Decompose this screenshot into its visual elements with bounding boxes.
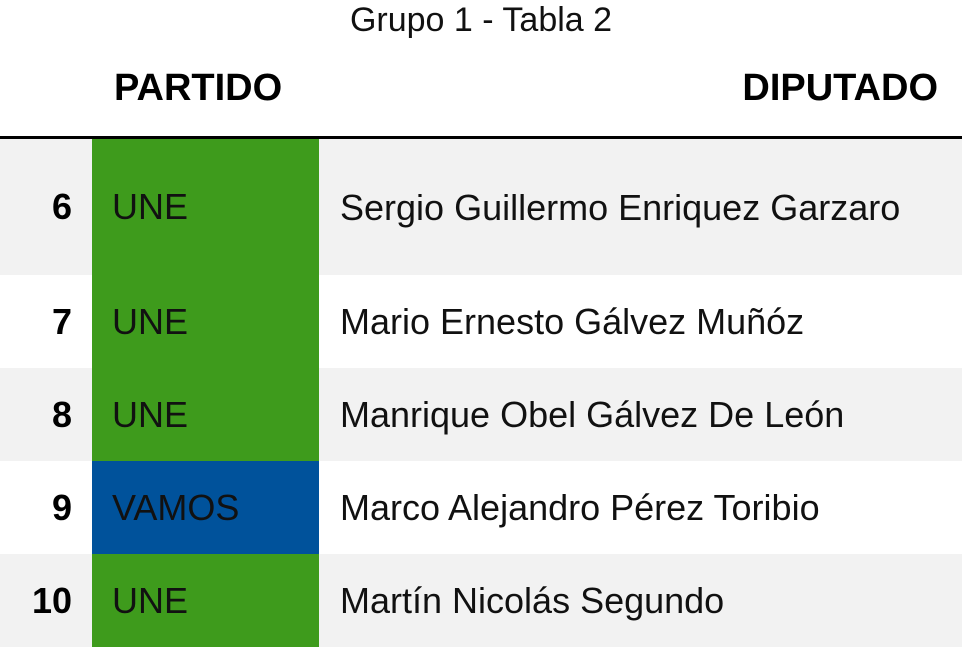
- table-row: 9 VAMOS Marco Alejandro Pérez Toribio: [0, 461, 962, 554]
- header-party: PARTIDO: [92, 40, 319, 139]
- deputy-name: Mario Ernesto Gálvez Muñóz: [319, 275, 962, 368]
- row-number: 6: [0, 137, 92, 275]
- party-cell: UNE: [92, 137, 319, 275]
- deputy-name: Manrique Obel Gálvez De León: [319, 368, 962, 461]
- table-title: Grupo 1 - Tabla 2: [349, 1, 613, 39]
- deputy-name: Sergio Guillermo Enriquez Garzaro: [319, 137, 962, 275]
- table-row: 8 UNE Manrique Obel Gálvez De León: [0, 368, 962, 461]
- row-number: 8: [0, 368, 92, 461]
- party-cell: VAMOS: [92, 461, 319, 554]
- row-number: 9: [0, 461, 92, 554]
- row-number: 10: [0, 554, 92, 647]
- deputy-name: Marco Alejandro Pérez Toribio: [319, 461, 962, 554]
- table-header-row: PARTIDO DIPUTADO: [0, 40, 962, 139]
- party-cell: UNE: [92, 554, 319, 647]
- row-number: 7: [0, 275, 92, 368]
- party-cell: UNE: [92, 275, 319, 368]
- table-row: 7 UNE Mario Ernesto Gálvez Muñóz: [0, 275, 962, 368]
- party-cell: UNE: [92, 368, 319, 461]
- header-deputy: DIPUTADO: [319, 40, 962, 139]
- header-number: [0, 40, 92, 139]
- deputy-name: Martín Nicolás Segundo: [319, 554, 962, 647]
- deputies-table: PARTIDO DIPUTADO 6 UNE Sergio Guillermo …: [0, 40, 962, 647]
- table-row: 10 UNE Martín Nicolás Segundo: [0, 554, 962, 647]
- table-row: 6 UNE Sergio Guillermo Enriquez Garzaro: [0, 137, 962, 275]
